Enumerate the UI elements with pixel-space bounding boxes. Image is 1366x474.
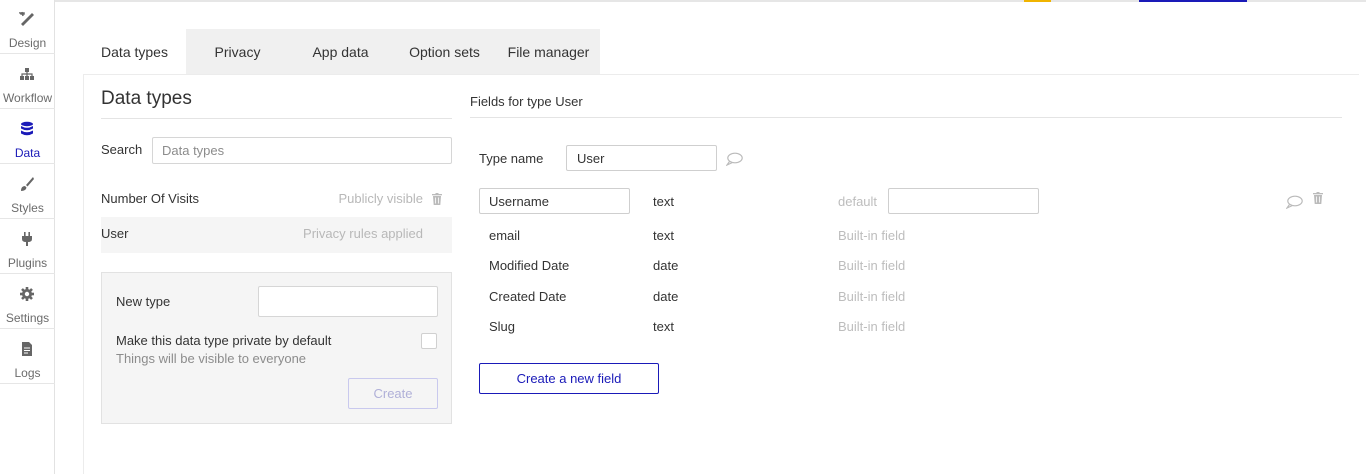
field-type[interactable]: text xyxy=(653,194,674,209)
field-name: email xyxy=(489,228,521,243)
field-builtin-label: Built-in field xyxy=(838,228,906,243)
gear-icon xyxy=(20,287,34,301)
trash-icon[interactable] xyxy=(1313,192,1323,204)
data-type-privacy-status: Publicly visible xyxy=(338,191,423,206)
top-indicator-blue xyxy=(1139,0,1247,2)
sidebar-item-label: Settings xyxy=(5,311,50,325)
fields-heading: Fields for type User xyxy=(470,94,583,109)
field-builtin-label: Built-in field xyxy=(838,319,906,334)
data-type-name: User xyxy=(101,226,129,241)
create-new-field-button[interactable]: Create a new field xyxy=(479,363,659,394)
field-default-label: default xyxy=(838,194,878,209)
sidebar-item-label: Data xyxy=(14,146,41,160)
tab-file-manager[interactable]: File manager xyxy=(497,29,600,74)
tab-bar: Data types Privacy App data Option sets … xyxy=(83,29,600,74)
field-type: text xyxy=(653,319,674,334)
database-icon xyxy=(21,121,33,136)
field-type: date xyxy=(653,258,679,273)
sidebar-item-design[interactable]: Design xyxy=(0,0,55,54)
sidebar-item-label: Design xyxy=(8,36,47,50)
field-name-input[interactable] xyxy=(479,188,630,214)
sidebar-item-styles[interactable]: Styles xyxy=(0,165,55,219)
sidebar-item-workflow[interactable]: Workflow xyxy=(0,55,55,109)
search-input[interactable] xyxy=(152,137,452,164)
data-type-privacy-status: Privacy rules applied xyxy=(303,226,423,241)
field-name: Modified Date xyxy=(489,258,570,273)
type-name-input[interactable] xyxy=(566,145,717,171)
document-icon xyxy=(22,342,32,356)
workflow-icon xyxy=(20,68,34,80)
sidebar-item-label: Workflow xyxy=(2,91,53,105)
divider xyxy=(470,117,1342,118)
data-type-row-selected[interactable]: User Privacy rules applied xyxy=(101,217,452,253)
type-name-label: Type name xyxy=(479,151,544,166)
sidebar-item-settings[interactable]: Settings xyxy=(0,275,55,329)
sidebar: Design Workflow Data Styles Plugins Sett… xyxy=(0,0,55,474)
comment-icon[interactable] xyxy=(726,152,743,166)
sidebar-item-label: Plugins xyxy=(7,256,48,270)
plug-icon xyxy=(22,232,32,246)
field-default-input[interactable] xyxy=(888,188,1039,214)
comment-icon[interactable] xyxy=(1286,195,1303,209)
field-builtin-label: Built-in field xyxy=(838,289,906,304)
private-default-label: Make this data type private by default xyxy=(116,333,332,348)
sidebar-item-label: Styles xyxy=(11,201,44,215)
design-icon xyxy=(19,11,34,26)
field-name: Slug xyxy=(489,319,516,334)
top-indicator-yellow xyxy=(1024,0,1051,2)
private-default-checkbox[interactable] xyxy=(421,333,437,349)
data-type-name: Number Of Visits xyxy=(101,191,200,206)
field-type: date xyxy=(653,289,679,304)
brush-icon xyxy=(21,177,34,191)
new-type-label: New type xyxy=(116,294,171,309)
sidebar-item-plugins[interactable]: Plugins xyxy=(0,220,55,274)
tab-option-sets[interactable]: Option sets xyxy=(392,29,497,74)
tab-privacy[interactable]: Privacy xyxy=(186,29,289,74)
sidebar-item-logs[interactable]: Logs xyxy=(0,330,55,384)
private-default-hint: Things will be visible to everyone xyxy=(116,351,307,366)
trash-icon[interactable] xyxy=(432,193,442,205)
data-types-heading: Data types xyxy=(101,88,192,109)
sidebar-item-data[interactable]: Data xyxy=(0,110,55,164)
new-type-input[interactable] xyxy=(258,286,438,317)
field-type: text xyxy=(653,228,674,243)
divider xyxy=(101,118,452,119)
field-builtin-label: Built-in field xyxy=(838,258,906,273)
sidebar-item-label: Logs xyxy=(14,366,41,380)
data-type-row[interactable]: Number Of Visits Publicly visible xyxy=(101,180,452,216)
create-type-button[interactable]: Create xyxy=(348,378,438,409)
tab-data-types[interactable]: Data types xyxy=(83,29,186,74)
field-name: Created Date xyxy=(489,289,567,304)
tab-app-data[interactable]: App data xyxy=(289,29,392,74)
search-label: Search xyxy=(101,142,143,157)
